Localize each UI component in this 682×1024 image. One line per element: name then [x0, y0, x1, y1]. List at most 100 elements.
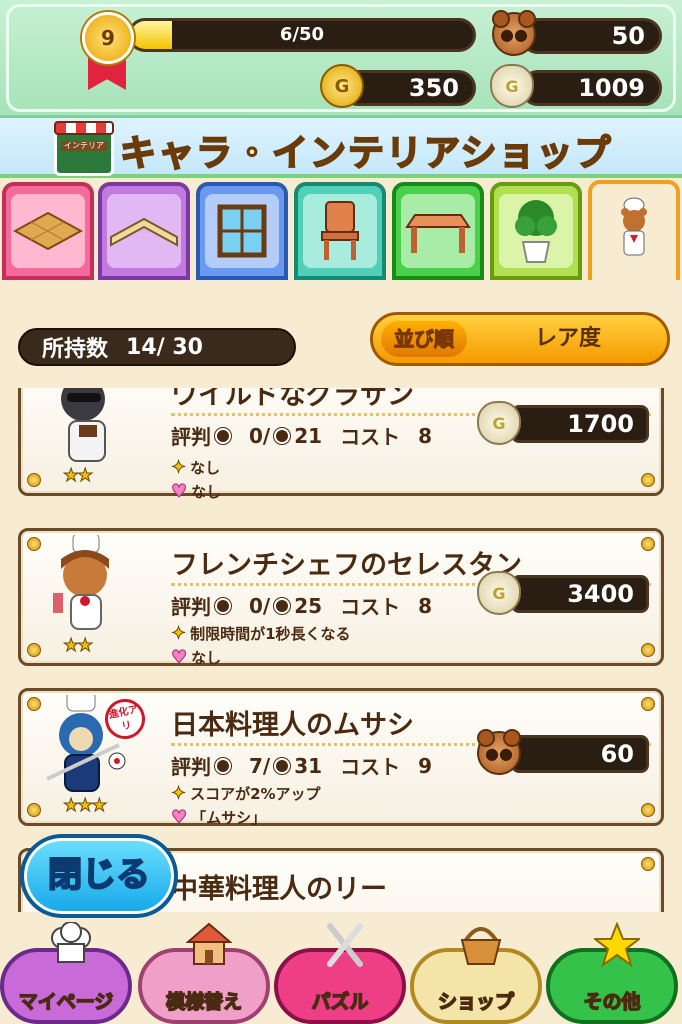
reputation-max: 21: [294, 423, 323, 448]
star-icon: [594, 922, 640, 968]
money-bag-icon: G: [490, 64, 534, 108]
page-title: キャラ・インテリアショップ: [119, 132, 613, 175]
price-box: 1700: [511, 405, 649, 443]
down-arrow-icon: [274, 597, 291, 614]
sparkle-icon: ✦: [170, 457, 187, 479]
love-text: 「ムサシ」: [191, 809, 267, 827]
sort-control[interactable]: 並び順 レア度: [370, 312, 670, 366]
nav-label: その他: [583, 990, 642, 1014]
reputation-value: 0/: [249, 423, 271, 448]
tab-plant[interactable]: [490, 182, 582, 280]
rarity-stars: ★★: [62, 465, 93, 487]
effect-text: スコアが2%アップ: [190, 785, 321, 803]
evolution-badge-text: 進化アリ: [107, 704, 140, 733]
tab-chara[interactable]: [588, 180, 680, 280]
category-tabs: [0, 180, 682, 280]
money-count-pill: 1009: [520, 70, 662, 106]
tab-table[interactable]: [392, 182, 484, 280]
cost-value: 9: [418, 753, 432, 778]
chair-icon: [303, 194, 377, 268]
corner-rivet: [641, 643, 655, 657]
cost-value: 8: [418, 423, 432, 448]
reputation-label: 評判: [171, 595, 211, 619]
list-item[interactable]: ★★ ワイルドなグラサン 評判 0/ 21 コスト 8 ✦ なし ♥ なし 17…: [18, 388, 664, 503]
sort-button[interactable]: 並び順: [381, 321, 467, 357]
nav-label: 模様替え: [165, 990, 243, 1014]
sparkle-icon: ✦: [170, 623, 187, 645]
corner-rivet: [27, 643, 41, 657]
sort-value[interactable]: レア度: [473, 315, 663, 363]
owned-label: 所持数: [42, 337, 109, 362]
corner-rivet: [27, 803, 41, 817]
tab-window[interactable]: [196, 182, 288, 280]
reputation-value: 0/: [249, 593, 271, 618]
item-name: フレンチシェフのセレスタン: [171, 550, 522, 581]
tab-wall[interactable]: [98, 182, 190, 280]
xp-bar: 6/50: [128, 18, 476, 52]
shop-awning: [54, 121, 114, 135]
tab-floor[interactable]: [2, 182, 94, 280]
effect-text: なし: [190, 459, 221, 477]
sparkle-icon: ✦: [170, 783, 187, 805]
shop-building-icon: インテリア: [54, 121, 114, 176]
list-item[interactable]: 進化アリ ★★★ 日本料理人のムサシ 評判 7/ 31 コスト 9 ✦ スコアが…: [18, 688, 664, 829]
item-name: 日本料理人のムサシ: [171, 710, 414, 741]
nav-other[interactable]: その他: [546, 922, 678, 1024]
heart-icon: ♥: [170, 481, 188, 503]
clock-icon: [215, 427, 231, 444]
bear-chef-icon: [597, 195, 671, 269]
xp-text: 6/50: [279, 24, 325, 45]
price-box: 3400: [511, 575, 649, 613]
money-bag-icon: G: [477, 571, 521, 615]
bear-currency-icon: ●●: [492, 10, 536, 56]
heart-icon: ♥: [170, 647, 188, 669]
nav-puzzle[interactable]: パズル: [274, 923, 406, 1024]
owned-value: 14/ 30: [126, 334, 203, 360]
corner-rivet: [27, 537, 41, 551]
tab-chair[interactable]: [294, 182, 386, 280]
coin-icon: G: [320, 64, 364, 108]
nav-mypage[interactable]: マイページ: [0, 922, 132, 1024]
love-row: ♥ なし: [170, 481, 222, 503]
effect-row: ✦ 制限時間が1秒長くなる: [170, 623, 351, 645]
nav-decorate[interactable]: 模様替え: [138, 922, 270, 1024]
chef-hat-icon: [48, 922, 94, 968]
nav-shop[interactable]: ショップ: [410, 927, 542, 1024]
rarity-stars: ★★★: [62, 795, 107, 817]
corner-rivet: [641, 473, 655, 487]
wall-icon: [107, 194, 181, 268]
effect-row: ✦ スコアが2%アップ: [170, 783, 321, 805]
level-badge: 9: [82, 12, 134, 64]
clock-icon: [215, 757, 231, 774]
floor-icon: [11, 194, 85, 268]
list-item[interactable]: ★★ フレンチシェフのセレスタン 評判 0/ 25 コスト 8 ✦ 制限時間が1…: [18, 528, 664, 669]
basket-icon: [458, 922, 504, 968]
plant-icon: [499, 194, 573, 268]
reputation-max: 31: [294, 753, 323, 778]
item-stats: 評判 0/ 21 コスト 8: [171, 421, 432, 450]
owned-count: 所持数 14/ 30: [18, 328, 296, 366]
love-text: なし: [191, 649, 222, 667]
character-portrait: [39, 388, 135, 473]
heart-icon: ♥: [170, 807, 188, 829]
nav-label: ショップ: [437, 990, 515, 1014]
corner-rivet: [641, 537, 655, 551]
down-arrow-icon: [274, 427, 291, 444]
love-row: ♥ なし: [170, 647, 222, 669]
table-icon: [401, 194, 475, 268]
close-button[interactable]: 閉じる: [20, 834, 178, 918]
corner-rivet: [641, 803, 655, 817]
cost-value: 8: [418, 593, 432, 618]
effect-text: 制限時間が1秒長くなる: [190, 625, 351, 643]
bear-count-pill: 50: [520, 18, 662, 54]
corner-rivet: [641, 697, 655, 711]
price-box: 60: [511, 735, 649, 773]
house-icon: [186, 922, 232, 968]
love-text: なし: [191, 483, 222, 501]
corner-rivet: [27, 473, 41, 487]
corner-rivet: [27, 697, 41, 711]
fork-knife-icon: [322, 922, 368, 968]
item-name: 中華料理人のリー: [171, 874, 387, 905]
cost-label: コスト: [340, 425, 401, 449]
money-bag-icon: G: [477, 401, 521, 445]
